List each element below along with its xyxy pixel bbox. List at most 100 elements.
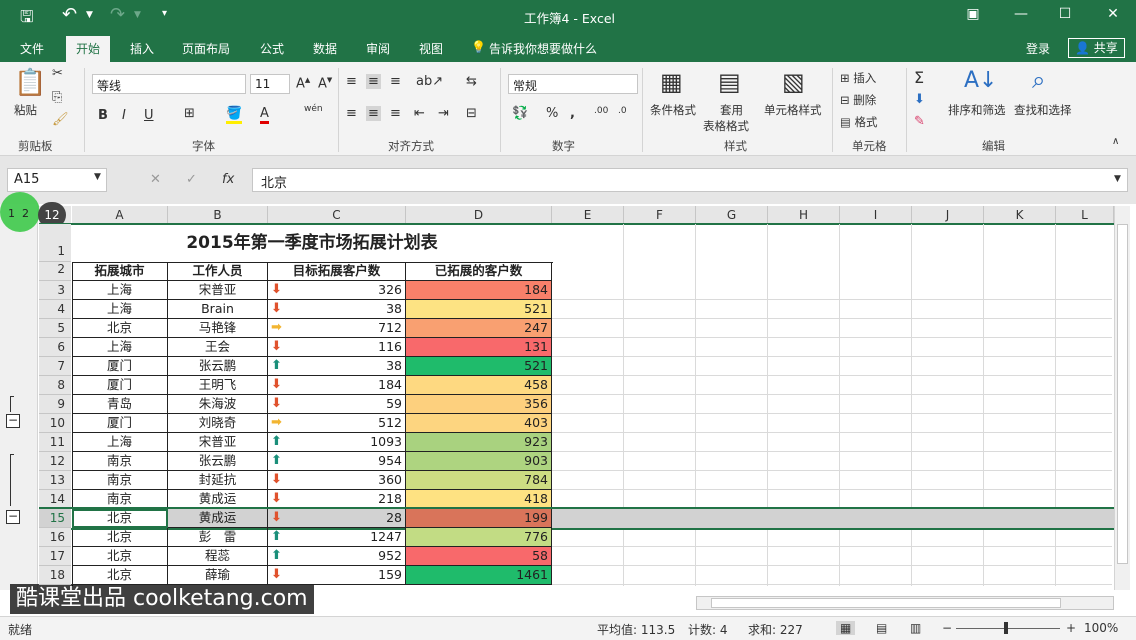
format-painter-icon[interactable]: 🖌: [52, 112, 69, 127]
cell-city[interactable]: 青岛: [72, 395, 168, 414]
cell-person[interactable]: 彭 雷: [168, 528, 268, 547]
orientation-icon[interactable]: ab↗: [416, 74, 443, 89]
col-header-D[interactable]: D: [406, 206, 552, 224]
col-header-A[interactable]: A: [72, 206, 168, 224]
col-header-C[interactable]: C: [268, 206, 406, 224]
cell-person[interactable]: 薛瑜: [168, 566, 268, 585]
bold-button[interactable]: B: [98, 108, 108, 123]
customize-qat-icon[interactable]: ▾: [162, 8, 167, 19]
format-cells-button[interactable]: ▤ 格式: [840, 114, 878, 130]
cell-done[interactable]: 356: [406, 395, 552, 414]
cell-person[interactable]: 黄成运: [168, 509, 268, 528]
border-icon[interactable]: ⊞: [184, 106, 195, 121]
row-header[interactable]: 8: [39, 376, 71, 395]
wrap-text-icon[interactable]: ⇆: [466, 74, 477, 89]
collapse-group-2-button[interactable]: −: [6, 510, 20, 524]
fill-icon[interactable]: ⬇: [914, 92, 925, 107]
col-header-F[interactable]: F: [624, 206, 696, 224]
decrease-decimal-icon[interactable]: .0: [618, 106, 627, 116]
cell-city[interactable]: 厦门: [72, 414, 168, 433]
zoom-slider[interactable]: [956, 628, 1060, 629]
insert-function-icon[interactable]: fx: [222, 172, 234, 187]
decrease-indent-icon[interactable]: ⇤: [414, 106, 425, 121]
collapse-ribbon-icon[interactable]: ∧: [1112, 136, 1119, 147]
paste-button[interactable]: 粘贴: [14, 102, 37, 118]
row-header[interactable]: 13: [39, 471, 71, 490]
insert-cells-button[interactable]: ⊞ 插入: [840, 70, 876, 86]
cell-person[interactable]: 朱海波: [168, 395, 268, 414]
sheet-title[interactable]: 2015年第一季度市场拓展计划表: [72, 230, 552, 256]
conditional-format-button[interactable]: 条件格式: [650, 102, 696, 118]
vertical-scrollbar[interactable]: [1114, 206, 1130, 590]
paste-icon[interactable]: 📋: [14, 68, 46, 98]
delete-cells-button[interactable]: ⊟ 删除: [840, 92, 876, 108]
align-left-icon[interactable]: ≡: [346, 106, 357, 121]
outline-level-2-button[interactable]: 2: [22, 207, 29, 220]
cell-target[interactable]: 954: [268, 452, 406, 471]
name-box[interactable]: A15: [7, 168, 107, 192]
row-header[interactable]: 3: [39, 281, 71, 300]
increase-decimal-icon[interactable]: .00: [594, 106, 608, 116]
ribbon-display-options-icon[interactable]: ▣: [958, 6, 988, 22]
sort-filter-icon[interactable]: A↓: [964, 68, 997, 93]
col-header-E[interactable]: E: [552, 206, 624, 224]
align-center-icon[interactable]: ≡: [366, 106, 381, 121]
align-top-icon[interactable]: ≡: [346, 74, 357, 89]
sort-filter-button[interactable]: 排序和筛选: [948, 102, 1006, 118]
cell-city[interactable]: 厦门: [72, 376, 168, 395]
cut-icon[interactable]: ✂: [52, 66, 63, 81]
italic-button[interactable]: I: [122, 108, 126, 123]
cell-person[interactable]: 刘晓奇: [168, 414, 268, 433]
cell-styles-icon[interactable]: ▧: [782, 68, 805, 96]
cell-person[interactable]: 王明飞: [168, 376, 268, 395]
merge-center-icon[interactable]: ⊟: [466, 106, 477, 121]
cell-done[interactable]: 923: [406, 433, 552, 452]
cell-done[interactable]: 784: [406, 471, 552, 490]
maximize-icon[interactable]: ☐: [1050, 6, 1080, 22]
col-header-B[interactable]: B: [168, 206, 268, 224]
row-header-2[interactable]: 2: [39, 262, 71, 281]
format-as-table-button-line2[interactable]: 表格格式: [703, 118, 749, 134]
header-person[interactable]: 工作人员: [168, 262, 268, 281]
align-right-icon[interactable]: ≡: [390, 106, 401, 121]
cell-city[interactable]: 厦门: [72, 357, 168, 376]
cell-city[interactable]: 北京: [72, 319, 168, 338]
tell-me-box[interactable]: 告诉我你想要做什么: [489, 40, 597, 57]
row-header[interactable]: 7: [39, 357, 71, 376]
horizontal-scrollbar[interactable]: [696, 596, 1114, 610]
row-header[interactable]: 9: [39, 395, 71, 414]
comma-style-icon[interactable]: ,: [570, 106, 575, 121]
cell-city[interactable]: 北京: [72, 547, 168, 566]
header-done[interactable]: 已拓展的客户数: [406, 262, 552, 281]
cell-city[interactable]: 北京: [72, 528, 168, 547]
cell-city[interactable]: 上海: [72, 281, 168, 300]
outline-level-1-button[interactable]: 1: [8, 207, 15, 220]
page-layout-view-icon[interactable]: ▤: [876, 621, 887, 635]
cell-target[interactable]: 59: [268, 395, 406, 414]
align-middle-icon[interactable]: ≡: [366, 74, 381, 89]
share-button[interactable]: 👤 共享: [1068, 38, 1125, 58]
tab-data[interactable]: 数据: [313, 40, 337, 57]
format-as-table-icon[interactable]: ▤: [718, 68, 741, 96]
cell-person[interactable]: 程蕊: [168, 547, 268, 566]
cell-target[interactable]: 38: [268, 357, 406, 376]
tab-review[interactable]: 审阅: [366, 40, 390, 57]
col-header-J[interactable]: J: [912, 206, 984, 224]
row-header[interactable]: 5: [39, 319, 71, 338]
cell-done[interactable]: 1461: [406, 566, 552, 585]
cell-target[interactable]: 712: [268, 319, 406, 338]
vertical-scroll-thumb[interactable]: [1117, 224, 1128, 564]
zoom-slider-thumb[interactable]: [1004, 622, 1008, 634]
col-header-I[interactable]: I: [840, 206, 912, 224]
row-header[interactable]: 18: [39, 566, 71, 585]
row-header[interactable]: 16: [39, 528, 71, 547]
tab-insert[interactable]: 插入: [130, 40, 154, 57]
align-bottom-icon[interactable]: ≡: [390, 74, 401, 89]
percent-icon[interactable]: %: [546, 106, 558, 121]
cell-city[interactable]: 北京: [72, 566, 168, 585]
collapse-group-1-button[interactable]: −: [6, 414, 20, 428]
cell-target[interactable]: 159: [268, 566, 406, 585]
cell-target[interactable]: 1247: [268, 528, 406, 547]
undo-dropdown-icon[interactable]: ▼: [86, 10, 93, 20]
row-header[interactable]: 17: [39, 547, 71, 566]
